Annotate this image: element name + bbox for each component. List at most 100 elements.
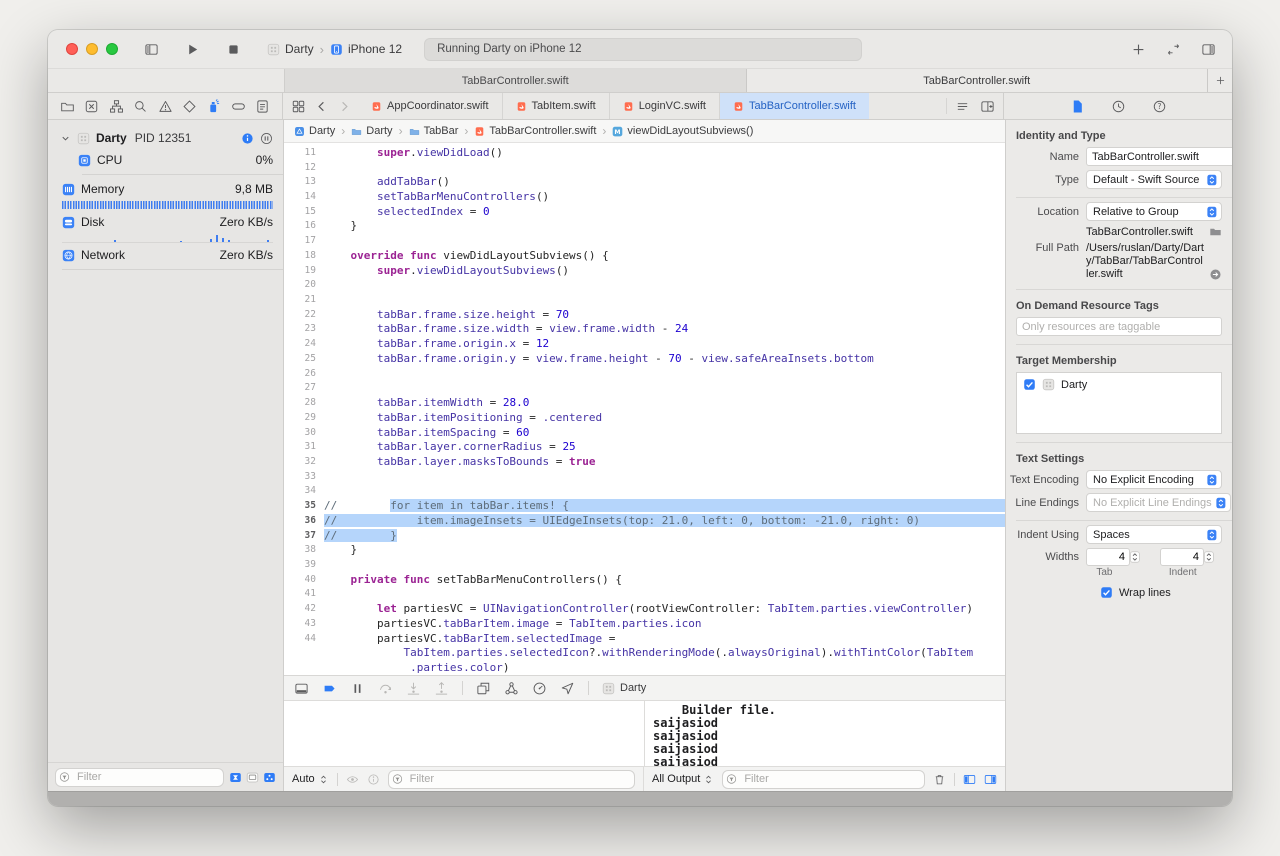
line-number[interactable]: 31 xyxy=(284,441,324,452)
breadcrumb-item[interactable]: TabBarController.swift xyxy=(474,125,596,137)
variables-filter-input[interactable] xyxy=(387,769,635,789)
breakpoints-toggle-icon[interactable] xyxy=(322,681,337,696)
line-number[interactable]: 15 xyxy=(284,206,324,217)
breadcrumb-item[interactable]: Darty xyxy=(351,125,393,137)
target-checkbox-icon[interactable] xyxy=(1023,378,1036,391)
print-description-icon[interactable] xyxy=(367,773,380,786)
line-number[interactable]: 27 xyxy=(284,382,324,393)
disclosure-chevron-icon[interactable] xyxy=(60,133,71,144)
open-path-arrow-icon[interactable] xyxy=(1209,268,1222,281)
window-tab[interactable]: TabBarController.swift xyxy=(746,69,1208,92)
related-items-icon[interactable] xyxy=(291,99,306,114)
line-number[interactable]: 40 xyxy=(284,574,324,585)
code-line[interactable]: 31 tabBar.layer.cornerRadius = 25 xyxy=(284,439,1005,454)
line-number[interactable]: 42 xyxy=(284,603,324,614)
file-type-select[interactable]: Default - Swift Source xyxy=(1086,170,1222,189)
code-line[interactable]: 26 xyxy=(284,366,1005,381)
code-line[interactable]: 22 tabBar.frame.size.height = 70 xyxy=(284,307,1005,322)
wrap-lines-checkbox-icon[interactable] xyxy=(1100,586,1113,599)
step-over-icon[interactable] xyxy=(378,681,393,696)
line-number[interactable]: 16 xyxy=(284,220,324,231)
project-navigator-icon[interactable] xyxy=(60,99,75,114)
tab-width-stepper[interactable] xyxy=(1130,549,1142,565)
environment-overrides-icon[interactable] xyxy=(532,681,547,696)
breadcrumb-item[interactable]: MviewDidLayoutSubviews() xyxy=(612,125,753,137)
code-line[interactable]: 21 xyxy=(284,292,1005,307)
line-number[interactable]: 43 xyxy=(284,618,324,629)
line-number[interactable]: 25 xyxy=(284,353,324,364)
location-select[interactable]: Relative to Group xyxy=(1086,202,1222,221)
code-line[interactable]: 42 let partiesVC = UINavigationControlle… xyxy=(284,601,1005,616)
line-number[interactable]: 11 xyxy=(284,147,324,158)
variables-scope-selector[interactable]: Auto xyxy=(292,773,329,785)
console-output-selector[interactable]: All Output xyxy=(652,773,714,785)
code-line[interactable]: 12 xyxy=(284,160,1005,175)
code-line[interactable]: 35// for item in tabBar.items! { xyxy=(284,498,1005,513)
go-forward-button[interactable] xyxy=(337,99,352,114)
code-line[interactable]: 17 xyxy=(284,233,1005,248)
disk-gauge-row[interactable]: Disk Zero KB/s xyxy=(48,211,283,233)
line-number[interactable]: 22 xyxy=(284,309,324,320)
symbol-navigator-icon[interactable] xyxy=(109,99,124,114)
wrap-lines-row[interactable]: Wrap lines xyxy=(1100,586,1232,599)
editor-tab[interactable]: TabBarController.swift xyxy=(719,93,869,119)
tab-width-field[interactable] xyxy=(1086,548,1130,566)
code-line[interactable]: 18 override func viewDidLayoutSubviews()… xyxy=(284,248,1005,263)
zoom-window-button[interactable] xyxy=(106,43,118,55)
line-number[interactable]: 36 xyxy=(284,515,324,526)
line-number[interactable]: 37 xyxy=(284,530,324,541)
quick-look-icon[interactable] xyxy=(346,773,359,786)
line-number[interactable]: 21 xyxy=(284,294,324,305)
step-out-icon[interactable] xyxy=(434,681,449,696)
code-line[interactable]: 29 tabBar.itemPositioning = .centered xyxy=(284,410,1005,425)
code-line[interactable]: 23 tabBar.frame.size.width = view.frame.… xyxy=(284,322,1005,337)
line-number[interactable]: 35 xyxy=(284,500,324,511)
test-navigator-icon[interactable] xyxy=(182,99,197,114)
quick-help-inspector-icon[interactable]: ? xyxy=(1152,99,1167,114)
simulate-location-icon[interactable] xyxy=(560,681,575,696)
line-number[interactable]: 38 xyxy=(284,544,324,555)
code-line[interactable]: 36// item.imageInsets = UIEdgeInsets(top… xyxy=(284,513,1005,528)
line-number[interactable]: 41 xyxy=(284,588,324,599)
line-number[interactable]: 44 xyxy=(284,633,324,644)
tab-overview-button[interactable] xyxy=(1166,42,1181,57)
code-line[interactable]: 43 partiesVC. tabBarItem.image = TabItem.… xyxy=(284,616,1005,631)
line-number[interactable]: 17 xyxy=(284,235,324,246)
code-line[interactable]: 25 tabBar.frame.origin.y = view.frame.he… xyxy=(284,351,1005,366)
navigator-filter-input[interactable] xyxy=(55,767,224,787)
process-info-icon[interactable] xyxy=(241,132,254,145)
find-navigator-icon[interactable] xyxy=(133,99,148,114)
code-line[interactable]: 11 super. viewDidLoad() xyxy=(284,145,1005,160)
odr-tags-field[interactable]: Only resources are taggable xyxy=(1016,317,1222,336)
file-name-field[interactable] xyxy=(1086,147,1232,166)
history-inspector-icon[interactable] xyxy=(1111,99,1126,114)
console-filter-input[interactable] xyxy=(722,769,925,789)
run-button[interactable] xyxy=(185,42,200,57)
code-line[interactable]: 41 xyxy=(284,587,1005,602)
line-number[interactable]: 26 xyxy=(284,368,324,379)
code-editor[interactable]: 11 super. viewDidLoad() 12 13 addTabBar() 14… xyxy=(284,143,1005,675)
code-line[interactable]: 24 tabBar.frame.origin.x = 12 xyxy=(284,336,1005,351)
line-number[interactable]: 39 xyxy=(284,559,324,570)
code-line[interactable]: 27 xyxy=(284,381,1005,396)
line-endings-select[interactable]: No Explicit Line Endings xyxy=(1086,493,1231,512)
code-line[interactable]: 20 xyxy=(284,277,1005,292)
code-line[interactable]: 44 partiesVC. tabBarItem.selectedImage = xyxy=(284,631,1005,646)
code-line[interactable]: 16 } xyxy=(284,219,1005,234)
code-line[interactable]: 38 } xyxy=(284,542,1005,557)
line-number[interactable]: 18 xyxy=(284,250,324,261)
file-inspector-icon[interactable] xyxy=(1070,99,1085,114)
line-number[interactable]: 33 xyxy=(284,471,324,482)
editor-tab[interactable]: LoginVC.swift xyxy=(610,93,720,119)
filter-view-icon[interactable] xyxy=(246,771,259,784)
code-line[interactable]: 34 xyxy=(284,484,1005,499)
reveal-folder-icon[interactable] xyxy=(1209,225,1222,238)
line-number[interactable]: 32 xyxy=(284,456,324,467)
debug-process-chip[interactable]: Darty xyxy=(602,682,646,695)
minimize-window-button[interactable] xyxy=(86,43,98,55)
code-line[interactable]: 32 tabBar.layer.masksToBounds = true xyxy=(284,454,1005,469)
code-line[interactable]: 40 private func setTabBarMenuControllers… xyxy=(284,572,1005,587)
breakpoint-navigator-icon[interactable] xyxy=(231,99,246,114)
memory-graph-icon[interactable] xyxy=(504,681,519,696)
code-line[interactable]: 15 selectedIndex = 0 xyxy=(284,204,1005,219)
